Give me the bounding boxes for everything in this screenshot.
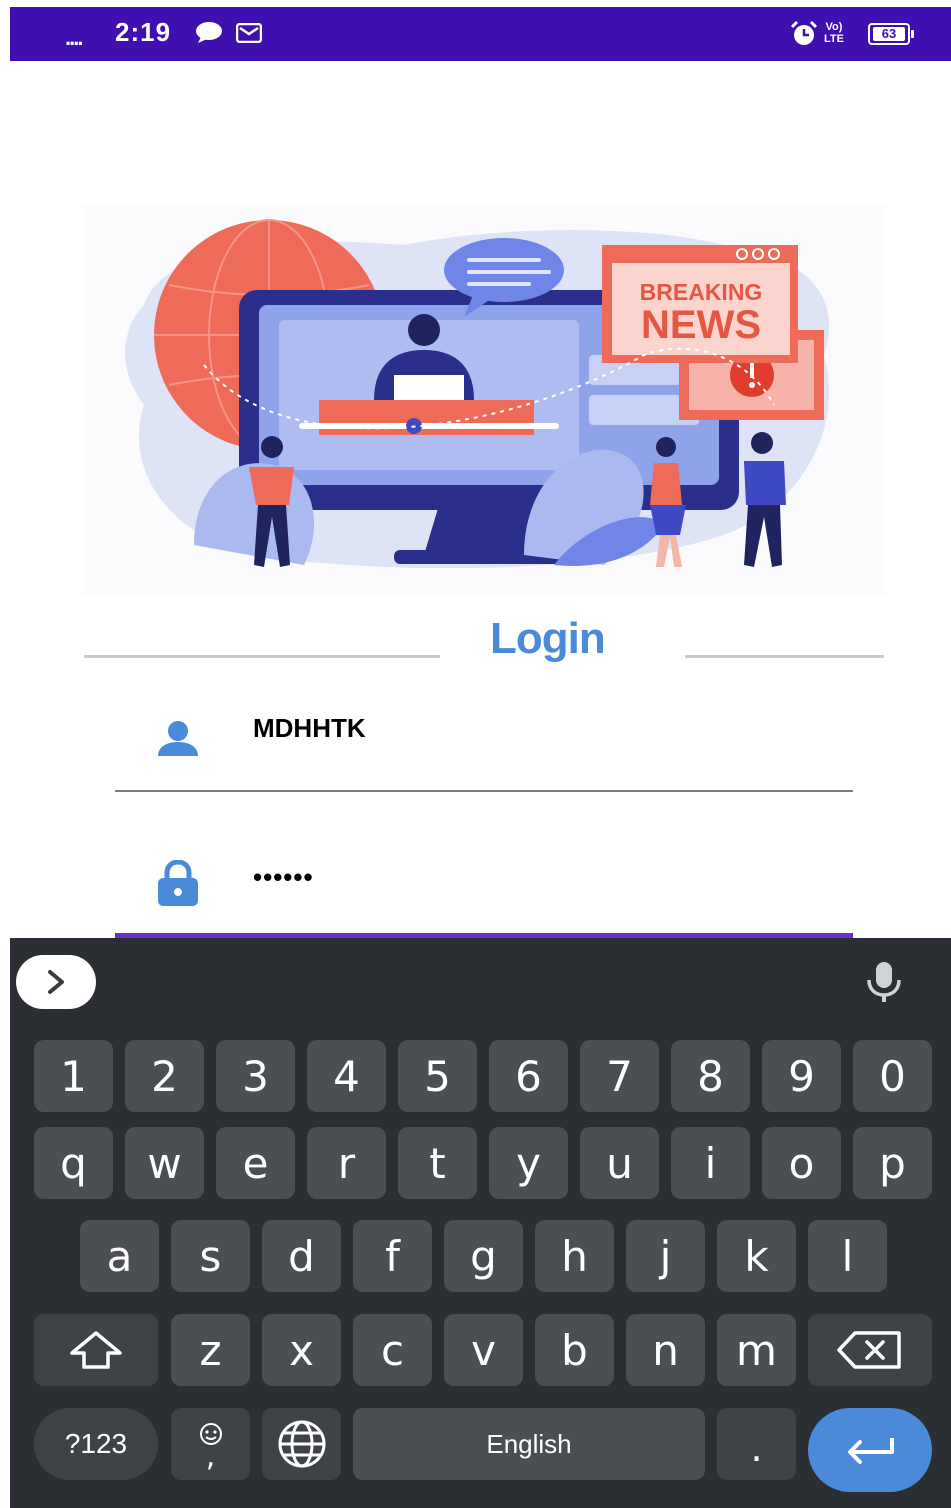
key-8[interactable]: 8: [671, 1040, 750, 1112]
status-time: 2:19: [115, 17, 172, 47]
key-w[interactable]: w: [125, 1127, 204, 1199]
key-n[interactable]: n: [626, 1314, 705, 1386]
key-j[interactable]: j: [626, 1220, 705, 1292]
mail-icon: [236, 23, 262, 43]
username-underline: [115, 790, 853, 792]
backspace-icon: [837, 1331, 901, 1369]
key-5[interactable]: 5: [398, 1040, 477, 1112]
signal-icon: ....: [65, 25, 84, 50]
lock-icon: [158, 860, 198, 906]
chat-icon: [196, 22, 222, 43]
key-d[interactable]: d: [262, 1220, 341, 1292]
key-e[interactable]: e: [216, 1127, 295, 1199]
comma-emoji-key[interactable]: ,: [171, 1408, 250, 1480]
mic-icon[interactable]: [860, 958, 908, 1006]
alarm-icon: [790, 21, 818, 45]
key-h[interactable]: h: [535, 1220, 614, 1292]
key-2[interactable]: 2: [125, 1040, 204, 1112]
key-q[interactable]: q: [34, 1127, 113, 1199]
key-k[interactable]: k: [717, 1220, 796, 1292]
key-0[interactable]: 0: [853, 1040, 932, 1112]
breaking-label: BREAKING: [640, 279, 763, 305]
key-f[interactable]: f: [353, 1220, 432, 1292]
key-3[interactable]: 3: [216, 1040, 295, 1112]
key-x[interactable]: x: [262, 1314, 341, 1386]
enter-key[interactable]: [808, 1408, 932, 1492]
key-i[interactable]: i: [671, 1127, 750, 1199]
divider-right: [685, 655, 884, 658]
key-u[interactable]: u: [580, 1127, 659, 1199]
symbols-key[interactable]: ?123: [34, 1408, 158, 1480]
user-icon: [158, 721, 198, 756]
news-label: NEWS: [641, 303, 761, 347]
username-field[interactable]: MDHHTK: [253, 713, 813, 744]
language-key[interactable]: [262, 1408, 341, 1480]
battery-icon: 63: [868, 23, 914, 45]
key-z[interactable]: z: [171, 1314, 250, 1386]
shift-key[interactable]: [34, 1314, 158, 1386]
keyboard-expand-button[interactable]: [16, 955, 96, 1009]
key-y[interactable]: y: [489, 1127, 568, 1199]
space-key[interactable]: English: [353, 1408, 705, 1480]
login-screen: { "status_bar": { "signal": "....", "tim…: [0, 0, 951, 1508]
key-c[interactable]: c: [353, 1314, 432, 1386]
chevron-right-icon: [48, 970, 64, 994]
globe-icon: [278, 1420, 325, 1468]
comma-label: ,: [205, 1439, 216, 1474]
key-a[interactable]: a: [80, 1220, 159, 1292]
key-l[interactable]: l: [808, 1220, 887, 1292]
key-r[interactable]: r: [307, 1127, 386, 1199]
key-1[interactable]: 1: [34, 1040, 113, 1112]
key-m[interactable]: m: [717, 1314, 796, 1386]
key-o[interactable]: o: [762, 1127, 841, 1199]
key-4[interactable]: 4: [307, 1040, 386, 1112]
backspace-key[interactable]: [808, 1314, 932, 1386]
shift-icon: [70, 1331, 122, 1369]
key-g[interactable]: g: [444, 1220, 523, 1292]
enter-icon: [848, 1438, 894, 1464]
key-s[interactable]: s: [171, 1220, 250, 1292]
volte-bottom-label: LTE: [824, 33, 844, 45]
soft-keyboard: 1 2 3 4 5 6 7 8 9 0 q w e r t y u i o p …: [10, 938, 951, 1508]
period-key[interactable]: .: [717, 1408, 796, 1480]
news-illustration: BREAKING NEWS: [125, 219, 830, 569]
key-v[interactable]: v: [444, 1314, 523, 1386]
login-title: Login: [490, 614, 606, 663]
battery-level: 63: [873, 27, 905, 41]
key-6[interactable]: 6: [489, 1040, 568, 1112]
hero-illustration: BREAKING NEWS: [84, 205, 884, 595]
status-bar: .... 2:19 Vo) LTE 63: [10, 7, 951, 61]
key-b[interactable]: b: [535, 1314, 614, 1386]
key-t[interactable]: t: [398, 1127, 477, 1199]
key-p[interactable]: p: [853, 1127, 932, 1199]
volte-top-label: Vo): [825, 21, 843, 33]
key-7[interactable]: 7: [580, 1040, 659, 1112]
volte-icon: Vo) LTE: [824, 21, 844, 45]
divider-left: [84, 655, 440, 658]
key-9[interactable]: 9: [762, 1040, 841, 1112]
password-field[interactable]: ••••••: [253, 862, 314, 893]
